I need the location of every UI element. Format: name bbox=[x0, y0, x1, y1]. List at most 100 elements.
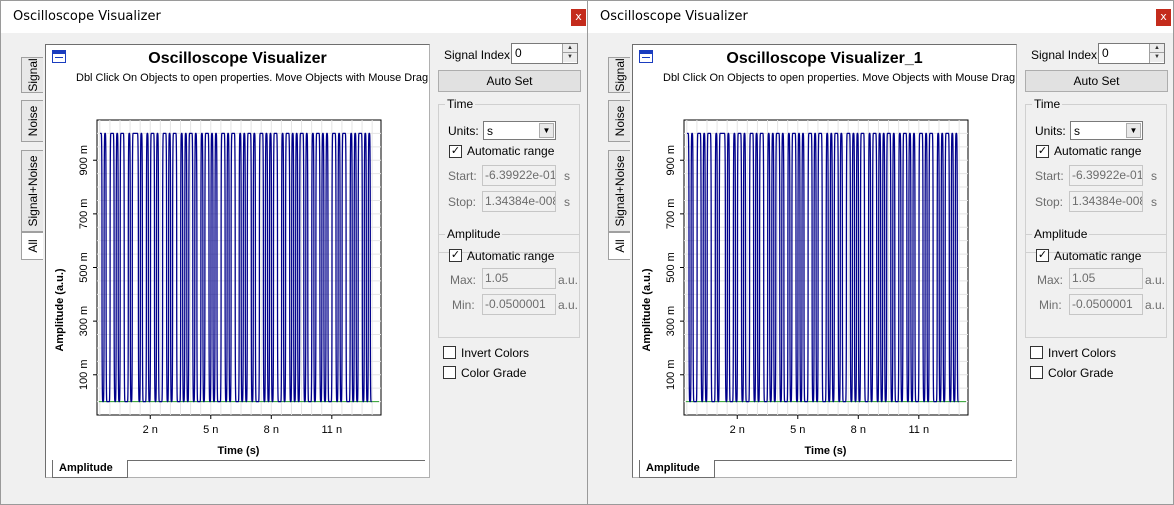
min-unit: a.u. bbox=[558, 298, 579, 312]
amplitude-automatic-range-checkbox[interactable]: ✓ bbox=[449, 249, 462, 262]
oscilloscope-chart[interactable]: 100 m 300 m 500 m 700 m 900 m 2 n 5 n 8 n 11 n bbox=[633, 45, 1016, 477]
chevron-down-icon[interactable]: ▼ bbox=[539, 123, 554, 138]
time-automatic-range-checkbox[interactable]: ✓ bbox=[449, 145, 462, 158]
invert-colors-checkbox[interactable] bbox=[443, 346, 456, 359]
stop-label: Stop: bbox=[1035, 195, 1064, 209]
signal-index-value[interactable]: 0 bbox=[1102, 46, 1109, 60]
stop-field[interactable]: 1.34384e-008 bbox=[1069, 191, 1143, 212]
amplitude-group: Amplitude ✓ Automatic range Max: 1.05 a.… bbox=[1025, 227, 1167, 338]
stop-label: Stop: bbox=[448, 195, 477, 209]
amplitude-group-title: Amplitude bbox=[1032, 227, 1090, 241]
units-select[interactable]: s ▼ bbox=[483, 121, 556, 140]
min-label: Min: bbox=[452, 298, 475, 312]
auto-set-button[interactable]: Auto Set bbox=[1025, 70, 1168, 92]
spin-down-icon[interactable]: ▼ bbox=[1150, 53, 1164, 62]
color-grade-label: Color Grade bbox=[461, 366, 527, 380]
min-field[interactable]: -0.0500001 bbox=[482, 294, 556, 315]
plot-tab-divider bbox=[128, 460, 425, 461]
tab-noise[interactable]: Noise bbox=[608, 100, 630, 142]
x-tick-label: 8 n bbox=[851, 424, 866, 436]
window-title: Oscilloscope Visualizer bbox=[600, 9, 748, 24]
time-automatic-range-checkbox[interactable]: ✓ bbox=[1036, 145, 1049, 158]
x-tick-label: 2 n bbox=[730, 424, 745, 436]
amplitude-group: Amplitude ✓ Automatic range Max: 1.05 a.… bbox=[438, 227, 580, 338]
close-button[interactable]: x bbox=[1156, 9, 1171, 26]
max-field[interactable]: 1.05 bbox=[482, 268, 556, 289]
x-tick-label: 5 n bbox=[790, 424, 805, 436]
y-tick-label: 500 m bbox=[665, 252, 677, 283]
min-unit: a.u. bbox=[1145, 298, 1166, 312]
close-button[interactable]: x bbox=[571, 9, 586, 26]
time-automatic-range-label: Automatic range bbox=[1054, 144, 1142, 158]
tab-signal[interactable]: Signal bbox=[21, 57, 43, 93]
tab-amplitude[interactable]: Amplitude bbox=[52, 460, 128, 478]
start-field[interactable]: -6.39922e-010 bbox=[482, 165, 556, 186]
tab-all[interactable]: All bbox=[21, 232, 43, 260]
title-bar[interactable]: Oscilloscope Visualizer x bbox=[588, 1, 1173, 33]
color-grade-checkbox[interactable] bbox=[1030, 366, 1043, 379]
start-unit: s bbox=[1151, 169, 1157, 183]
tab-noise[interactable]: Noise bbox=[21, 100, 43, 142]
y-tick-label: 300 m bbox=[665, 306, 677, 337]
x-axis-label: Time (s) bbox=[217, 445, 260, 457]
x-axis-label: Time (s) bbox=[804, 445, 847, 457]
start-field[interactable]: -6.39922e-010 bbox=[1069, 165, 1143, 186]
invert-colors-label: Invert Colors bbox=[461, 346, 530, 360]
plot-frame[interactable]: Oscilloscope Visualizer_1 Dbl Click On O… bbox=[632, 44, 1017, 478]
start-label: Start: bbox=[1035, 169, 1064, 183]
amplitude-automatic-range-checkbox[interactable]: ✓ bbox=[1036, 249, 1049, 262]
tab-signal-noise[interactable]: Signal+Noise bbox=[608, 150, 630, 232]
y-axis-label: Amplitude (a.u.) bbox=[641, 268, 653, 352]
time-group-title: Time bbox=[1032, 97, 1063, 111]
min-field[interactable]: -0.0500001 bbox=[1069, 294, 1143, 315]
oscilloscope-window: Oscilloscope Visualizer x Signal Noise S… bbox=[0, 0, 589, 505]
y-tick-label: 700 m bbox=[665, 199, 677, 230]
signal-index-spinner[interactable]: 0 ▲ ▼ bbox=[511, 43, 578, 64]
window-title: Oscilloscope Visualizer bbox=[13, 9, 161, 24]
start-label: Start: bbox=[448, 169, 477, 183]
max-label: Max: bbox=[450, 273, 477, 287]
y-tick-label: 900 m bbox=[665, 145, 677, 176]
units-value: s bbox=[487, 124, 493, 138]
tab-signal[interactable]: Signal bbox=[608, 57, 630, 93]
max-field[interactable]: 1.05 bbox=[1069, 268, 1143, 289]
x-tick-label: 2 n bbox=[143, 424, 158, 436]
signal-index-label: Signal Index: bbox=[1031, 48, 1101, 62]
max-unit: a.u. bbox=[558, 273, 579, 287]
x-tick-label: 8 n bbox=[264, 424, 279, 436]
units-label: Units: bbox=[1035, 124, 1066, 138]
plot-tab-divider bbox=[715, 460, 1012, 461]
spin-up-icon[interactable]: ▲ bbox=[1150, 44, 1164, 53]
color-grade-label: Color Grade bbox=[1048, 366, 1114, 380]
time-automatic-range-label: Automatic range bbox=[467, 144, 555, 158]
chevron-down-icon[interactable]: ▼ bbox=[1126, 123, 1141, 138]
tab-amplitude[interactable]: Amplitude bbox=[639, 460, 715, 478]
start-unit: s bbox=[564, 169, 570, 183]
plot-frame[interactable]: Oscilloscope Visualizer Dbl Click On Obj… bbox=[45, 44, 430, 478]
max-label: Max: bbox=[1037, 273, 1064, 287]
invert-colors-checkbox[interactable] bbox=[1030, 346, 1043, 359]
y-tick-label: 700 m bbox=[78, 199, 90, 230]
stop-unit: s bbox=[564, 195, 570, 209]
title-bar[interactable]: Oscilloscope Visualizer x bbox=[1, 1, 588, 33]
signal-index-value[interactable]: 0 bbox=[515, 46, 522, 60]
oscilloscope-chart[interactable]: 100 m 300 m 500 m 700 m 900 m 2 n 5 n 8 n 11 n bbox=[46, 45, 429, 477]
max-unit: a.u. bbox=[1145, 273, 1166, 287]
signal-index-spinner[interactable]: 0 ▲ ▼ bbox=[1098, 43, 1165, 64]
spin-up-icon[interactable]: ▲ bbox=[563, 44, 577, 53]
oscilloscope-window: Oscilloscope Visualizer x Signal Noise S… bbox=[587, 0, 1174, 505]
tab-signal-noise[interactable]: Signal+Noise bbox=[21, 150, 43, 232]
spin-down-icon[interactable]: ▼ bbox=[563, 53, 577, 62]
stop-unit: s bbox=[1151, 195, 1157, 209]
x-tick-label: 11 n bbox=[322, 424, 343, 436]
time-group-title: Time bbox=[445, 97, 476, 111]
stop-field[interactable]: 1.34384e-008 bbox=[482, 191, 556, 212]
color-grade-checkbox[interactable] bbox=[443, 366, 456, 379]
auto-set-button[interactable]: Auto Set bbox=[438, 70, 581, 92]
units-select[interactable]: s ▼ bbox=[1070, 121, 1143, 140]
amplitude-automatic-range-label: Automatic range bbox=[467, 249, 555, 263]
y-tick-label: 300 m bbox=[78, 306, 90, 337]
tab-all[interactable]: All bbox=[608, 232, 630, 260]
x-tick-label: 5 n bbox=[203, 424, 218, 436]
invert-colors-label: Invert Colors bbox=[1048, 346, 1117, 360]
